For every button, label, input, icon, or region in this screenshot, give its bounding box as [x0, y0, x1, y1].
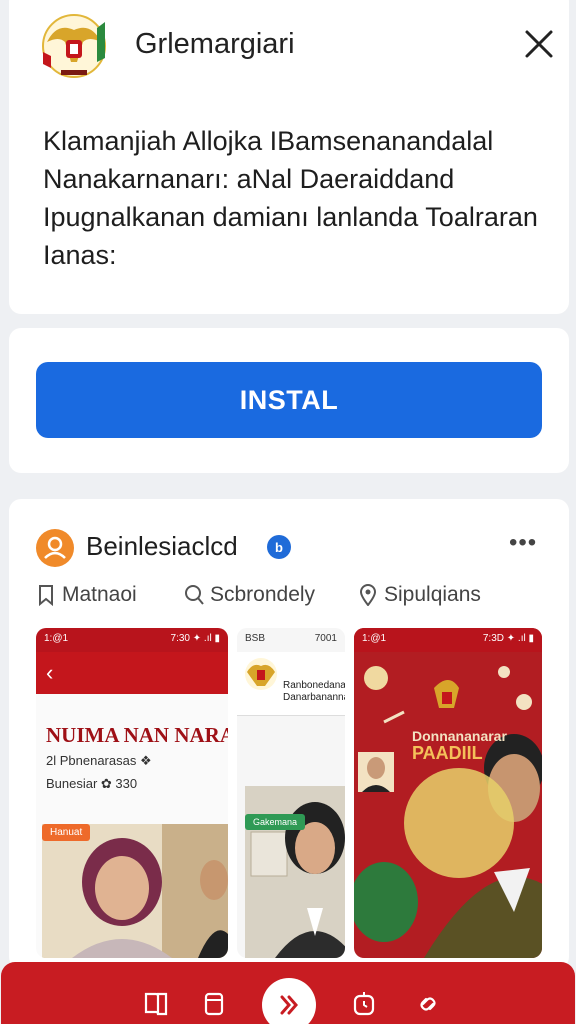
- poster-circle: [404, 768, 514, 878]
- screen-header: ‹: [36, 652, 228, 694]
- status-icons: 7001: [314, 633, 337, 644]
- screen-title: Ranbonedanan Danarbananna: [283, 680, 345, 703]
- screen-title-2: PAADIIL: [412, 743, 483, 763]
- tag-matnaoi[interactable]: Matnaoi: [36, 583, 137, 607]
- tag-label: Sipulqians: [384, 583, 481, 606]
- screen-header: Ranbonedanan Danarbananna: [237, 652, 345, 716]
- feed-card: Beinlesiaclcd b ••• Matnaoi Scbrondely S…: [9, 499, 569, 969]
- link-icon[interactable]: [415, 990, 441, 1018]
- app-description: Klamanjiah Allojka IBamsenanandalal Nana…: [43, 126, 538, 270]
- forward-button[interactable]: [262, 978, 316, 1024]
- screen-badge: Gakemana: [245, 814, 306, 830]
- tag-row: Matnaoi Scbrondely Sipulqians: [36, 583, 556, 613]
- status-time: 1:@1: [362, 633, 387, 644]
- double-chevron-right-icon: [280, 995, 298, 1015]
- search-icon: [185, 585, 204, 605]
- status-icons: 7:30 ✦ .ıl ▮: [170, 633, 220, 644]
- app-info-card: Grlemargiari Klamanjiah Allojka IBamsena…: [9, 0, 569, 314]
- status-bar: 1:@1 7:3D ✦ .ıl ▮: [354, 628, 542, 652]
- location-pin-icon: [359, 584, 377, 606]
- status-time: 1:@1: [44, 633, 69, 644]
- tag-label: Matnaoi: [62, 583, 137, 606]
- screen-title: NUIMA NAN NARA: [46, 723, 228, 747]
- person-photo: [42, 824, 228, 958]
- status-time: BSB: [245, 633, 266, 644]
- book-icon[interactable]: [143, 990, 169, 1018]
- more-options-button[interactable]: •••: [509, 529, 537, 557]
- tag-scbrondely[interactable]: Scbrondely: [184, 583, 315, 607]
- screen-title: Donnananarar: [412, 728, 507, 744]
- screen-subtitle: 2l Pbnenarasas ❖: [46, 753, 152, 768]
- tag-sipulqians[interactable]: Sipulqians: [358, 583, 481, 607]
- avatar[interactable]: [36, 529, 74, 567]
- verified-badge-icon: b: [267, 535, 291, 559]
- tag-label: Scbrondely: [210, 583, 316, 606]
- status-bar: 1:@1 7:30 ✦ .ıl ▮: [36, 628, 228, 652]
- app-screenshot-2[interactable]: BSB 7001 Ranbonedanan Danarbananna Gakem…: [237, 628, 345, 958]
- emblem-icon: [245, 658, 277, 690]
- document-icon[interactable]: [201, 990, 227, 1018]
- status-icons: 7:3D ✦ .ıl ▮: [482, 633, 534, 644]
- close-icon[interactable]: [519, 24, 559, 64]
- app-screenshot-3[interactable]: 1:@1 7:3D ✦ .ıl ▮ Donnananarar PAADIIL: [354, 628, 542, 958]
- screen-badge: Hanuat: [42, 824, 91, 841]
- install-card: INSTAL: [9, 328, 569, 473]
- status-bar: BSB 7001: [237, 628, 345, 652]
- profile-name[interactable]: Beinlesiaclcd: [86, 531, 238, 562]
- app-screenshot-1[interactable]: 1:@1 7:30 ✦ .ıl ▮ ‹ NUIMA NAN NARA 2l Pb…: [36, 628, 228, 958]
- back-arrow-icon: ‹: [46, 660, 54, 685]
- app-name: Grlemargiari: [135, 28, 295, 60]
- user-icon: [44, 536, 66, 559]
- garuda-emblem-logo: [42, 14, 106, 78]
- timer-icon[interactable]: [351, 990, 377, 1018]
- bottom-nav: [1, 962, 575, 1024]
- screen-subtitle-2: Bunesiar ✿ 330: [46, 776, 138, 791]
- person-photo: [245, 786, 345, 958]
- install-button[interactable]: INSTAL: [36, 362, 542, 438]
- bookmark-icon: [39, 585, 53, 606]
